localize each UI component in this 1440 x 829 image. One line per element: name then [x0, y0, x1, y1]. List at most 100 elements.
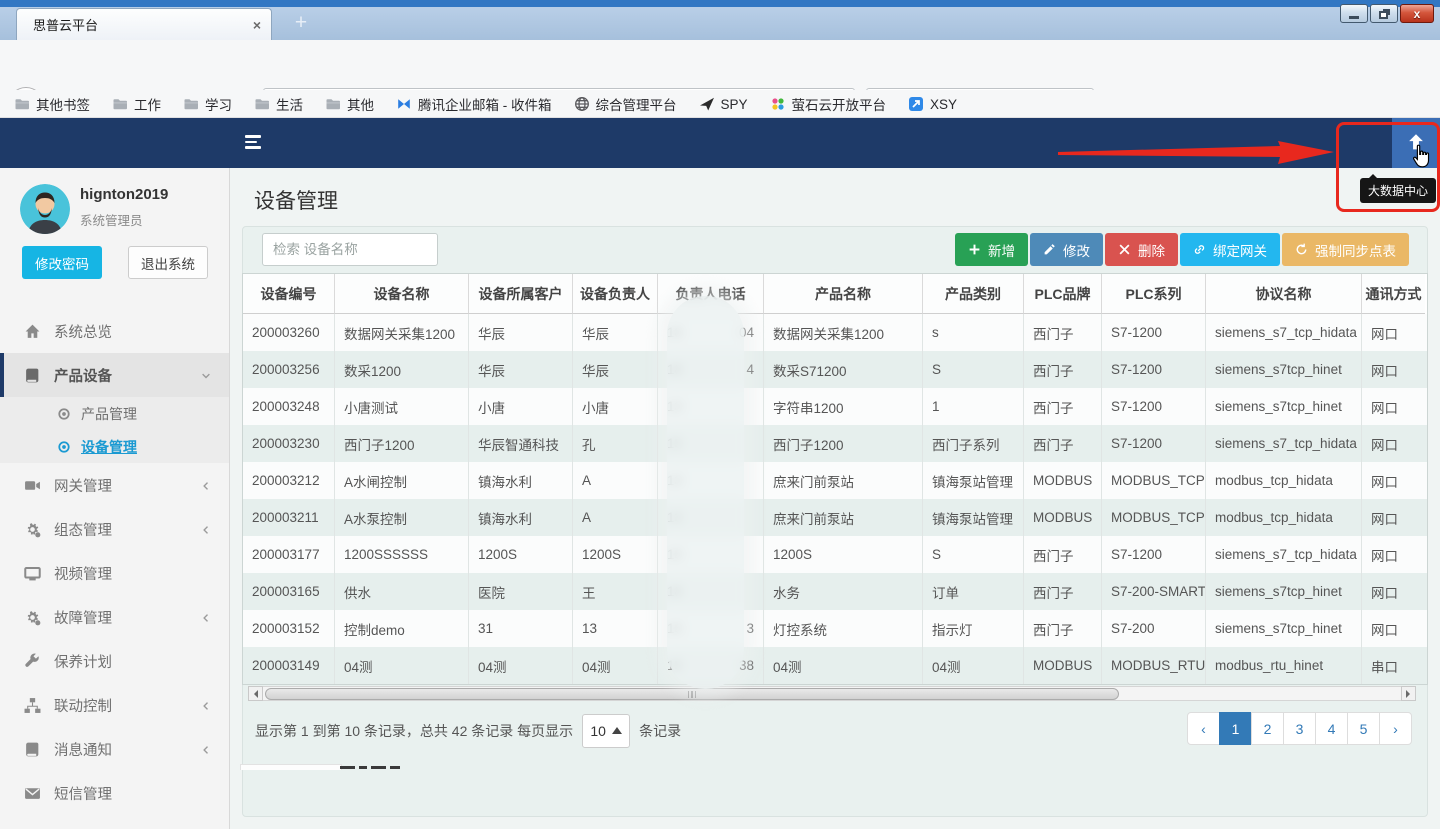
sidebar-collapse-icon[interactable]: [245, 135, 261, 152]
scrollbar-thumb[interactable]: [265, 688, 1119, 700]
new-tab-button[interactable]: +: [286, 10, 316, 38]
page-button[interactable]: 1: [1219, 712, 1252, 745]
bookmark-item[interactable]: 腾讯企业邮箱 - 收件箱: [396, 94, 552, 114]
bookmark-item[interactable]: 萤石云开放平台: [770, 94, 887, 114]
device-panel: 新增 修改 删除 绑定网关 强制同步点表 设备编号设备名称设备所属客户设备负责人…: [242, 226, 1428, 817]
cell-id: 200003260: [243, 314, 335, 351]
action-button[interactable]: 强制同步点表: [1282, 233, 1409, 266]
sidebar-item[interactable]: 消息通知: [0, 727, 230, 771]
sidebar-item[interactable]: 产品设备: [0, 353, 230, 397]
window-close-button[interactable]: x: [1400, 4, 1434, 23]
tencent-mail-icon: [396, 96, 412, 112]
cell-owner: 孔: [573, 425, 658, 462]
cell-plc_series: S7-200-SMART: [1102, 573, 1206, 610]
sidebar-item-label: 网关管理: [54, 475, 112, 496]
caret-up-icon: [612, 722, 622, 734]
column-header[interactable]: 产品名称: [764, 274, 923, 314]
cell-plc_series: S7-1200: [1102, 388, 1206, 425]
cell-comm: 网口: [1362, 462, 1425, 499]
bookmark-label: 腾讯企业邮箱 - 收件箱: [418, 94, 552, 114]
cell-product: 灯控系统: [764, 610, 923, 647]
bookmark-item[interactable]: 学习: [183, 94, 232, 114]
page-button[interactable]: 3: [1283, 712, 1316, 745]
table-row[interactable]: 2000031771200SSSSSS1200S1200S151200SS西门子…: [243, 536, 1427, 573]
column-header[interactable]: 协议名称: [1206, 274, 1362, 314]
column-header[interactable]: PLC品牌: [1024, 274, 1102, 314]
link-icon: [1193, 243, 1206, 256]
page-button[interactable]: 2: [1251, 712, 1284, 745]
table-row[interactable]: 200003230西门子1200华辰智通科技孔15西门子1200西门子系列西门子…: [243, 425, 1427, 462]
sidebar-item[interactable]: [0, 815, 230, 829]
scroll-right-arrow[interactable]: [1401, 686, 1416, 701]
column-header[interactable]: 设备负责人: [573, 274, 658, 314]
bookmarks-bar: 其他书签 工作 学习 生活 其他 腾讯企业邮箱 - 收件箱 综合管理平台 SPY: [0, 90, 1440, 118]
globe-icon: [574, 96, 590, 112]
sidebar-item[interactable]: 网关管理: [0, 463, 230, 507]
cell-category: 镇海泵站管理: [923, 499, 1024, 536]
logout-button[interactable]: 退出系统: [128, 246, 208, 279]
browser-tab[interactable]: 思普云平台 ×: [16, 8, 272, 40]
action-button[interactable]: 修改: [1030, 233, 1103, 266]
page-size-select[interactable]: 10: [582, 714, 630, 748]
column-header[interactable]: 设备名称: [335, 274, 469, 314]
prev-page-button[interactable]: ‹: [1187, 712, 1220, 745]
column-header[interactable]: PLC系列: [1102, 274, 1206, 314]
bookmark-label: 萤石云开放平台: [792, 94, 887, 114]
sidebar-item[interactable]: 系统总览: [0, 309, 230, 353]
horizontal-scrollbar[interactable]: [248, 686, 1416, 701]
table-row[interactable]: 200003256数采1200华辰华辰184数采S71200S西门子S7-120…: [243, 351, 1427, 388]
cell-product: 字符串1200: [764, 388, 923, 425]
scroll-left-arrow[interactable]: [248, 686, 263, 701]
cell-customer: 医院: [469, 573, 573, 610]
bookmark-item[interactable]: 工作: [112, 94, 161, 114]
sidebar-item[interactable]: 短信管理: [0, 771, 230, 815]
cell-name: 供水: [335, 573, 469, 610]
table-row[interactable]: 200003260数据网关采集1200华辰华辰1804数据网关采集1200s西门…: [243, 314, 1427, 351]
bookmark-item[interactable]: 其他书签: [14, 94, 90, 114]
table-row[interactable]: 200003165供水医院王18水务订单西门子S7-200-SMARTsieme…: [243, 573, 1427, 610]
cell-plc_series: MODBUS_TCP: [1102, 499, 1206, 536]
change-password-button[interactable]: 修改密码: [22, 246, 102, 279]
bookmark-item[interactable]: SPY: [699, 96, 748, 112]
book-icon: [24, 741, 41, 758]
column-header[interactable]: 产品类别: [923, 274, 1024, 314]
cell-id: 200003211: [243, 499, 335, 536]
action-button[interactable]: 删除: [1105, 233, 1178, 266]
table-row[interactable]: 200003152控制demo3113153灯控系统指示灯西门子S7-200si…: [243, 610, 1427, 647]
window-minimize-button[interactable]: [1340, 4, 1368, 23]
cell-name: 小唐测试: [335, 388, 469, 425]
column-header[interactable]: 设备编号: [243, 274, 335, 314]
cell-category: 订单: [923, 573, 1024, 610]
sidebar-item[interactable]: 视频管理: [0, 551, 230, 595]
action-button[interactable]: 新增: [955, 233, 1028, 266]
scrollbar-track[interactable]: [263, 686, 1401, 701]
cell-customer: 镇海水利: [469, 499, 573, 536]
action-button[interactable]: 绑定网关: [1180, 233, 1280, 266]
avatar[interactable]: [20, 184, 70, 234]
column-header[interactable]: 设备所属客户: [469, 274, 573, 314]
sidebar-item[interactable]: 联动控制: [0, 683, 230, 727]
sidebar-subitem[interactable]: 产品管理: [0, 397, 230, 430]
sidebar-item[interactable]: 保养计划: [0, 639, 230, 683]
table-row[interactable]: 200003248小唐测试小唐小唐13字符串12001西门子S7-1200sie…: [243, 388, 1427, 425]
device-search-input[interactable]: [262, 233, 438, 266]
page-button[interactable]: 5: [1347, 712, 1380, 745]
window-restore-button[interactable]: [1370, 4, 1398, 23]
next-page-button[interactable]: ›: [1379, 712, 1412, 745]
bookmark-label: 生活: [276, 94, 303, 114]
bookmark-item[interactable]: XSY: [908, 96, 957, 112]
sidebar-item[interactable]: 故障管理: [0, 595, 230, 639]
chev-left-icon: [200, 479, 212, 491]
tab-close-icon[interactable]: ×: [253, 17, 261, 33]
bookmark-item[interactable]: 生活: [254, 94, 303, 114]
bookmark-item[interactable]: 其他: [325, 94, 374, 114]
table-row[interactable]: 200003211A水泵控制镇海水利A13庶来门前泵站镇海泵站管理MODBUSM…: [243, 499, 1427, 536]
page-button[interactable]: 4: [1315, 712, 1348, 745]
table-row[interactable]: 20000314904测04测04测153804测04测MODBUSMODBUS…: [243, 647, 1427, 684]
sidebar-item[interactable]: 组态管理: [0, 507, 230, 551]
sidebar-item-label: 组态管理: [54, 519, 112, 540]
column-header[interactable]: 通讯方式: [1362, 274, 1425, 314]
sidebar-subitem[interactable]: 设备管理: [0, 430, 230, 463]
table-row[interactable]: 200003212A水闸控制镇海水利A13庶来门前泵站镇海泵站管理MODBUSM…: [243, 462, 1427, 499]
bookmark-item[interactable]: 综合管理平台: [574, 94, 677, 114]
